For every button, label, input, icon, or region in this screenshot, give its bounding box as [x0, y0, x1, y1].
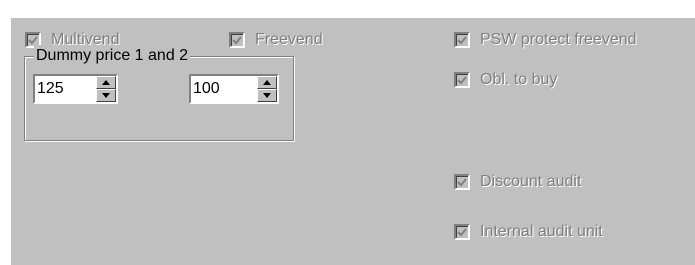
arrow-down-icon: [263, 93, 271, 98]
spin-buttons: [96, 76, 116, 102]
checkbox-box: [454, 72, 470, 88]
options-panel: Multivend Freevend PSW protect freevend …: [10, 17, 695, 265]
psw-protect-freevend-checkbox[interactable]: PSW protect freevend: [454, 31, 637, 49]
psw-protect-freevend-label: PSW protect freevend: [480, 31, 637, 48]
obl-to-buy-label: Obl. to buy: [480, 71, 558, 88]
dummy-price-1-spinner[interactable]: 125: [33, 74, 118, 104]
spin-buttons: [257, 76, 277, 102]
checkbox-box: [454, 224, 470, 240]
internal-audit-unit-checkbox[interactable]: Internal audit unit: [454, 223, 603, 241]
dummy-price-1-input[interactable]: 125: [35, 76, 96, 102]
discount-audit-checkbox[interactable]: Discount audit: [454, 173, 581, 191]
spin-up-button[interactable]: [257, 76, 277, 89]
check-icon: [457, 227, 467, 237]
check-icon: [232, 35, 242, 45]
freevend-label: Freevend: [255, 31, 323, 48]
checkbox-box: [454, 174, 470, 190]
freevend-checkbox[interactable]: Freevend: [229, 31, 323, 49]
check-icon: [457, 75, 467, 85]
check-icon: [457, 35, 467, 45]
arrow-up-icon: [263, 80, 271, 85]
dummy-price-2-spinner[interactable]: 100: [189, 74, 279, 104]
spin-up-button[interactable]: [96, 76, 116, 89]
dummy-price-2-input[interactable]: 100: [191, 76, 257, 102]
checkbox-box: [229, 32, 245, 48]
dummy-price-legend: Dummy price 1 and 2: [34, 45, 191, 67]
spin-down-button[interactable]: [96, 89, 116, 102]
check-icon: [457, 177, 467, 187]
dummy-price-group: Dummy price 1 and 2 125 100: [24, 45, 294, 141]
internal-audit-unit-label: Internal audit unit: [480, 223, 603, 240]
check-icon: [28, 35, 38, 45]
checkbox-box: [454, 32, 470, 48]
spin-down-button[interactable]: [257, 89, 277, 102]
arrow-up-icon: [102, 80, 110, 85]
arrow-down-icon: [102, 93, 110, 98]
discount-audit-label: Discount audit: [480, 173, 582, 190]
obl-to-buy-checkbox[interactable]: Obl. to buy: [454, 71, 557, 89]
